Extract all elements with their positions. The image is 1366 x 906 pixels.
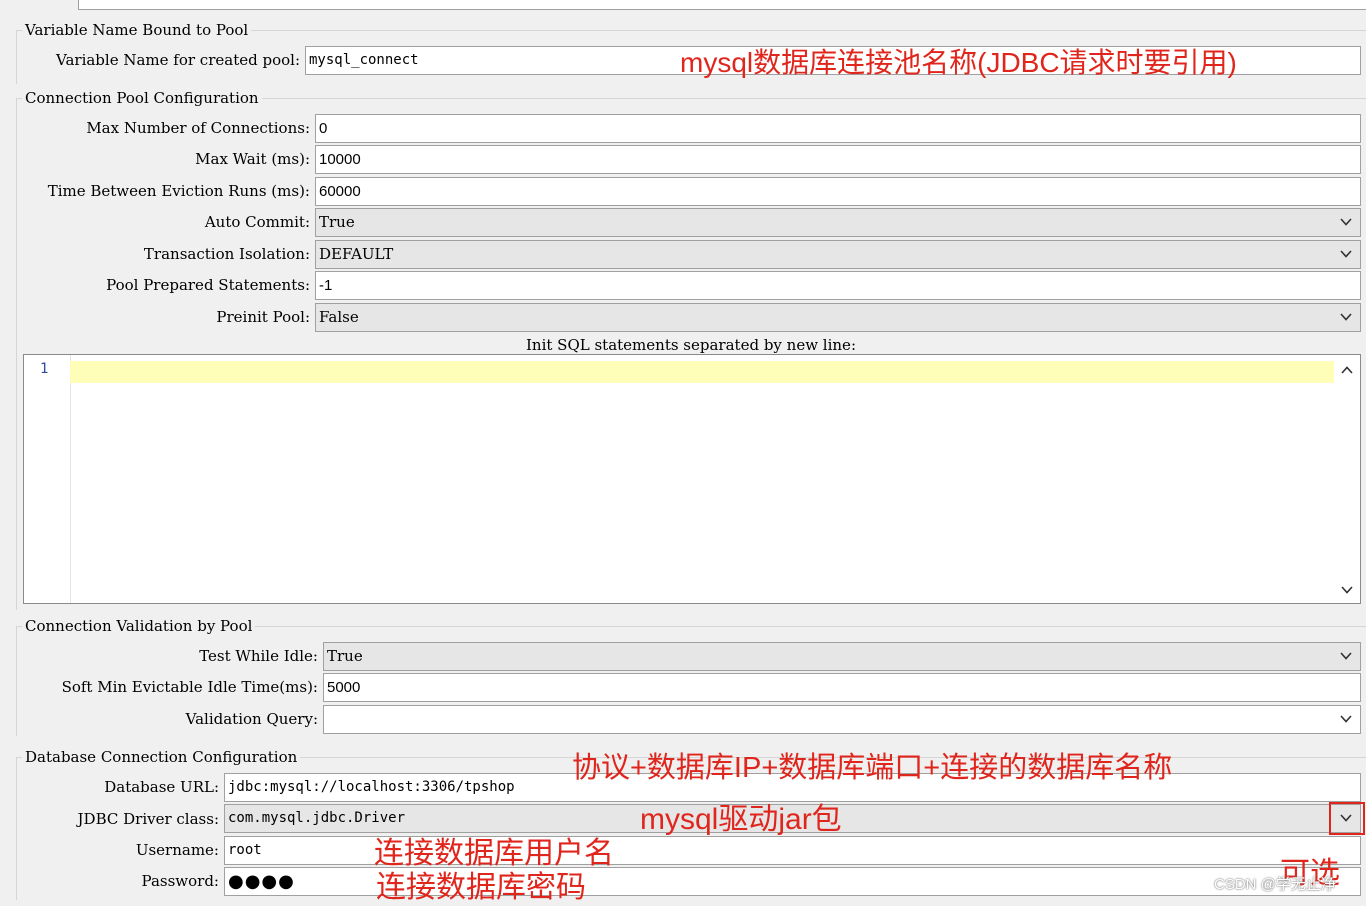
- annotation-password: 连接数据库密码: [376, 871, 586, 904]
- max-wait-input[interactable]: 10000: [315, 145, 1361, 174]
- test-while-idle-select[interactable]: True: [323, 642, 1361, 671]
- csdn-watermark: CSDN @学无止净: [1214, 876, 1336, 893]
- pool-config-legend: Connection Pool Configuration: [22, 89, 262, 107]
- auto-commit-label: Auto Commit:: [204, 213, 310, 231]
- auto-commit-value: True: [319, 213, 355, 231]
- auto-commit-select[interactable]: True: [315, 208, 1361, 237]
- scroll-down-icon[interactable]: [1340, 583, 1354, 601]
- prepared-statements-input[interactable]: -1: [315, 271, 1361, 300]
- validation-legend: Connection Validation by Pool: [22, 617, 256, 635]
- max-wait-label: Max Wait (ms):: [195, 150, 310, 168]
- test-while-idle-value: True: [327, 647, 363, 665]
- line-number-gutter: 1: [24, 355, 71, 603]
- soft-min-idle-input[interactable]: 5000: [323, 673, 1361, 702]
- max-connections-label: Max Number of Connections:: [86, 119, 310, 137]
- password-label: Password:: [141, 872, 219, 890]
- isolation-label: Transaction Isolation:: [143, 245, 310, 263]
- pool-variable-label: Variable Name for created pool:: [56, 51, 300, 69]
- preinit-pool-label: Preinit Pool:: [216, 308, 310, 326]
- database-url-label: Database URL:: [104, 778, 219, 796]
- preinit-pool-value: False: [319, 308, 359, 326]
- chevron-down-icon: [1339, 310, 1353, 324]
- validation-query-select[interactable]: [323, 705, 1361, 734]
- chevron-down-icon: [1339, 247, 1353, 261]
- variable-name-legend: Variable Name Bound to Pool: [22, 21, 252, 39]
- jdbc-driver-value: com.mysql.jdbc.Driver: [228, 810, 406, 826]
- jdbc-driver-label: JDBC Driver class:: [77, 810, 219, 828]
- test-while-idle-label: Test While Idle:: [199, 647, 318, 665]
- chevron-down-icon: [1339, 712, 1353, 726]
- validation-query-label: Validation Query:: [185, 710, 318, 728]
- driver-dropdown-highlight: [1329, 802, 1365, 835]
- prepared-statements-label: Pool Prepared Statements:: [106, 276, 310, 294]
- top-panel-edge: [78, 0, 1366, 10]
- eviction-runs-input[interactable]: 60000: [315, 177, 1361, 206]
- isolation-value: DEFAULT: [319, 245, 394, 263]
- annotation-pool-name: mysql数据库连接池名称(JDBC请求时要引用): [680, 47, 1237, 78]
- annotation-driver: mysql驱动jar包: [640, 803, 842, 836]
- init-sql-editor[interactable]: 1: [23, 354, 1361, 604]
- database-legend: Database Connection Configuration: [22, 748, 301, 766]
- password-value: ●●●●: [228, 871, 295, 892]
- isolation-select[interactable]: DEFAULT: [315, 240, 1361, 269]
- max-connections-input[interactable]: 0: [315, 114, 1361, 143]
- chevron-down-icon: [1339, 215, 1353, 229]
- vertical-scrollbar[interactable]: [1334, 355, 1360, 603]
- annotation-url: 协议+数据库IP+数据库端口+连接的数据库名称: [572, 752, 1173, 784]
- chevron-down-icon: [1339, 649, 1353, 663]
- soft-min-idle-label: Soft Min Evictable Idle Time(ms):: [61, 678, 318, 696]
- init-sql-label: Init SQL statements separated by new lin…: [526, 336, 856, 354]
- preinit-pool-select[interactable]: False: [315, 303, 1361, 332]
- eviction-runs-label: Time Between Eviction Runs (ms):: [47, 182, 310, 200]
- current-line-highlight: [70, 361, 1334, 383]
- scroll-up-icon[interactable]: [1340, 363, 1354, 381]
- username-label: Username:: [135, 841, 219, 859]
- line-number: 1: [40, 361, 49, 377]
